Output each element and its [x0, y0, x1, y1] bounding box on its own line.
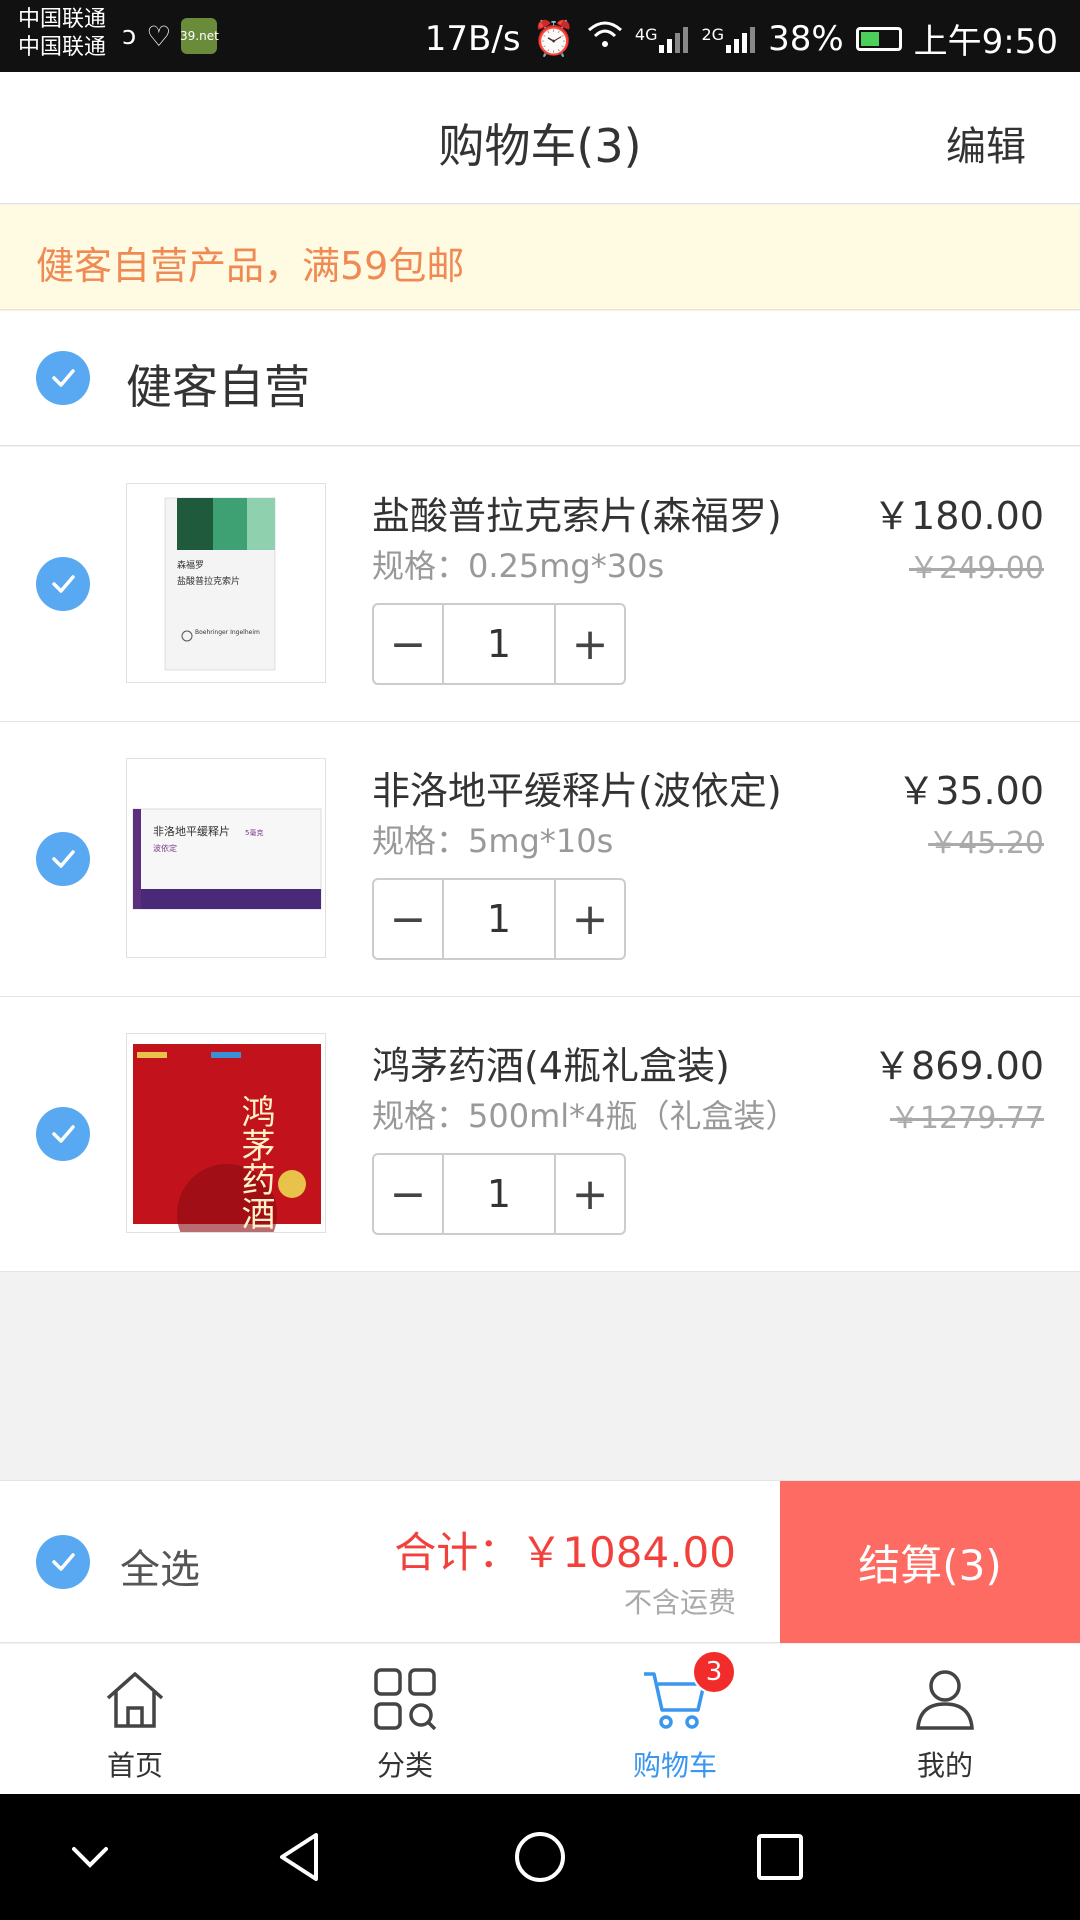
battery-percent: 38%: [768, 18, 844, 59]
product-spec: 规格：5mg*10s: [372, 822, 614, 860]
shop-header: 健客自营: [0, 311, 1080, 446]
carrier-labels: 中国联通 中国联通: [18, 6, 106, 62]
carrier-2: 中国联通: [18, 35, 107, 60]
bottom-tab-bar: 首页 分类 3 购物车 我的: [0, 1644, 1080, 1794]
thumb-dose: 5毫克: [245, 828, 263, 837]
checkout-button[interactable]: 结算(3): [780, 1481, 1080, 1643]
app-notification-icon: ↄ: [122, 21, 137, 51]
thumb-brand: 波依定: [153, 843, 177, 853]
health-icon: ♡: [146, 19, 172, 53]
product-name[interactable]: 非洛地平缓释片(波依定): [372, 760, 782, 815]
recents-icon[interactable]: [752, 1829, 808, 1885]
product-spec: 规格：0.25mg*30s: [372, 547, 665, 585]
free-shipping-notice: 健客自营产品，满59包邮: [0, 205, 1080, 310]
shop-name: 健客自营: [126, 360, 310, 414]
back-icon[interactable]: [272, 1829, 328, 1885]
increase-button[interactable]: +: [556, 605, 624, 683]
app-39-icon: 39.net: [180, 18, 219, 54]
net-4g-label: 4G: [634, 24, 658, 44]
item-checkbox[interactable]: [36, 832, 90, 886]
status-right: 17B/s ⏰ 4G 2G 38% 上午9:50: [425, 14, 1058, 63]
original-price: ￥249.00: [909, 551, 1044, 586]
quantity-stepper: − 1 +: [372, 878, 626, 960]
checkmark-icon: [52, 369, 75, 387]
thumb-brand: 森福罗: [177, 559, 204, 571]
total-value: ￥1084.00: [520, 1528, 736, 1577]
tab-label: 我的: [916, 1749, 973, 1782]
hide-nav-icon[interactable]: [62, 1829, 118, 1885]
system-nav-bar: [0, 1794, 1080, 1920]
wifi-icon: [587, 19, 623, 59]
item-checkbox[interactable]: [36, 1107, 90, 1161]
thumb-name: 盐酸普拉克索片: [177, 575, 240, 587]
carrier-1: 中国联通: [18, 7, 107, 32]
checkmark-icon: [52, 850, 75, 868]
increase-button[interactable]: +: [556, 1155, 624, 1233]
network-speed: 17B/s: [424, 18, 521, 59]
cart-badge: 3: [692, 1650, 736, 1694]
tab-cart[interactable]: 3 购物车: [540, 1644, 810, 1794]
shop-checkbox[interactable]: [36, 351, 90, 405]
page-header: 购物车(3) 编辑: [0, 72, 1080, 204]
item-checkbox[interactable]: [36, 557, 90, 611]
decrease-button[interactable]: −: [374, 880, 442, 958]
increase-button[interactable]: +: [556, 880, 624, 958]
shipping-note: 不含运费: [623, 1586, 736, 1619]
quantity-value[interactable]: 1: [442, 1155, 556, 1233]
checkmark-icon: [52, 575, 75, 593]
tab-label: 首页: [106, 1749, 163, 1782]
quantity-value[interactable]: 1: [442, 605, 556, 683]
checkmark-icon: [52, 1125, 75, 1143]
thumb-maker: Boehringer Ingelheim: [195, 629, 260, 636]
product-name[interactable]: 盐酸普拉克索片(森福罗): [372, 485, 782, 540]
decrease-button[interactable]: −: [374, 605, 442, 683]
clock: 上午9:50: [913, 22, 1058, 62]
alarm-icon: ⏰: [532, 18, 575, 59]
original-price: ￥1279.77: [889, 1101, 1044, 1136]
page-title: 购物车(3): [438, 119, 642, 173]
select-all-checkbox[interactable]: [36, 1535, 90, 1589]
tab-label: 购物车: [632, 1749, 717, 1782]
cart-item: 鸿茅药酒 鸿茅药酒(4瓶礼盒装) 规格：500ml*4瓶（礼盒装） ￥869.0…: [0, 997, 1080, 1272]
total-amount: 合计：￥1084.00: [394, 1519, 736, 1580]
product-price: ￥35.00: [897, 769, 1044, 813]
cart-item: 森福罗 盐酸普拉克索片 Boehringer Ingelheim 盐酸普拉克索片…: [0, 447, 1080, 722]
select-all-label[interactable]: 全选: [120, 1537, 200, 1595]
decrease-button[interactable]: −: [374, 1155, 442, 1233]
tab-profile[interactable]: 我的: [810, 1644, 1080, 1794]
thumb-name: 鸿茅药酒: [235, 1094, 275, 1230]
total-label: 合计：: [394, 1528, 521, 1577]
product-image[interactable]: 森福罗 盐酸普拉克索片 Boehringer Ingelheim: [126, 483, 326, 683]
product-name[interactable]: 鸿茅药酒(4瓶礼盒装): [372, 1035, 730, 1090]
tab-label: 分类: [376, 1749, 433, 1782]
product-image[interactable]: 鸿茅药酒: [126, 1033, 326, 1233]
original-price: ￥45.20: [928, 826, 1044, 861]
tab-home[interactable]: 首页: [0, 1644, 270, 1794]
home-nav-icon[interactable]: [512, 1829, 568, 1885]
user-icon: [916, 1670, 974, 1730]
net-2g-label: 2G: [701, 24, 725, 44]
battery-icon: [855, 26, 902, 51]
signal-4g-icon: 4G: [635, 25, 690, 53]
tab-category[interactable]: 分类: [270, 1644, 540, 1794]
quantity-stepper: − 1 +: [372, 603, 626, 685]
quantity-stepper: − 1 +: [372, 1153, 626, 1235]
edit-button[interactable]: 编辑: [946, 114, 1026, 172]
checkmark-icon: [52, 1553, 75, 1571]
checkout-bar: 全选 合计：￥1084.00 不含运费 结算(3): [0, 1480, 1080, 1643]
home-icon: [106, 1672, 164, 1728]
category-icon: [374, 1668, 437, 1731]
notice-text: 健客自营产品，满59包邮: [36, 244, 465, 288]
quantity-value[interactable]: 1: [442, 880, 556, 958]
signal-2g-icon: 2G: [701, 25, 756, 53]
product-image[interactable]: 非洛地平缓释片 5毫克 波依定: [126, 758, 326, 958]
product-price: ￥869.00: [873, 1044, 1044, 1088]
product-price: ￥180.00: [873, 494, 1044, 538]
product-spec: 规格：500ml*4瓶（礼盒装）: [372, 1097, 798, 1135]
status-bar: 中国联通 中国联通 ↄ ♡ 39.net 17B/s ⏰ 4G 2G 38% 上…: [0, 0, 1080, 72]
thumb-name: 非洛地平缓释片: [153, 824, 230, 838]
notification-icons: ↄ ♡ 39.net: [122, 18, 219, 54]
cart-item: 非洛地平缓释片 5毫克 波依定 非洛地平缓释片(波依定) 规格：5mg*10s …: [0, 722, 1080, 997]
